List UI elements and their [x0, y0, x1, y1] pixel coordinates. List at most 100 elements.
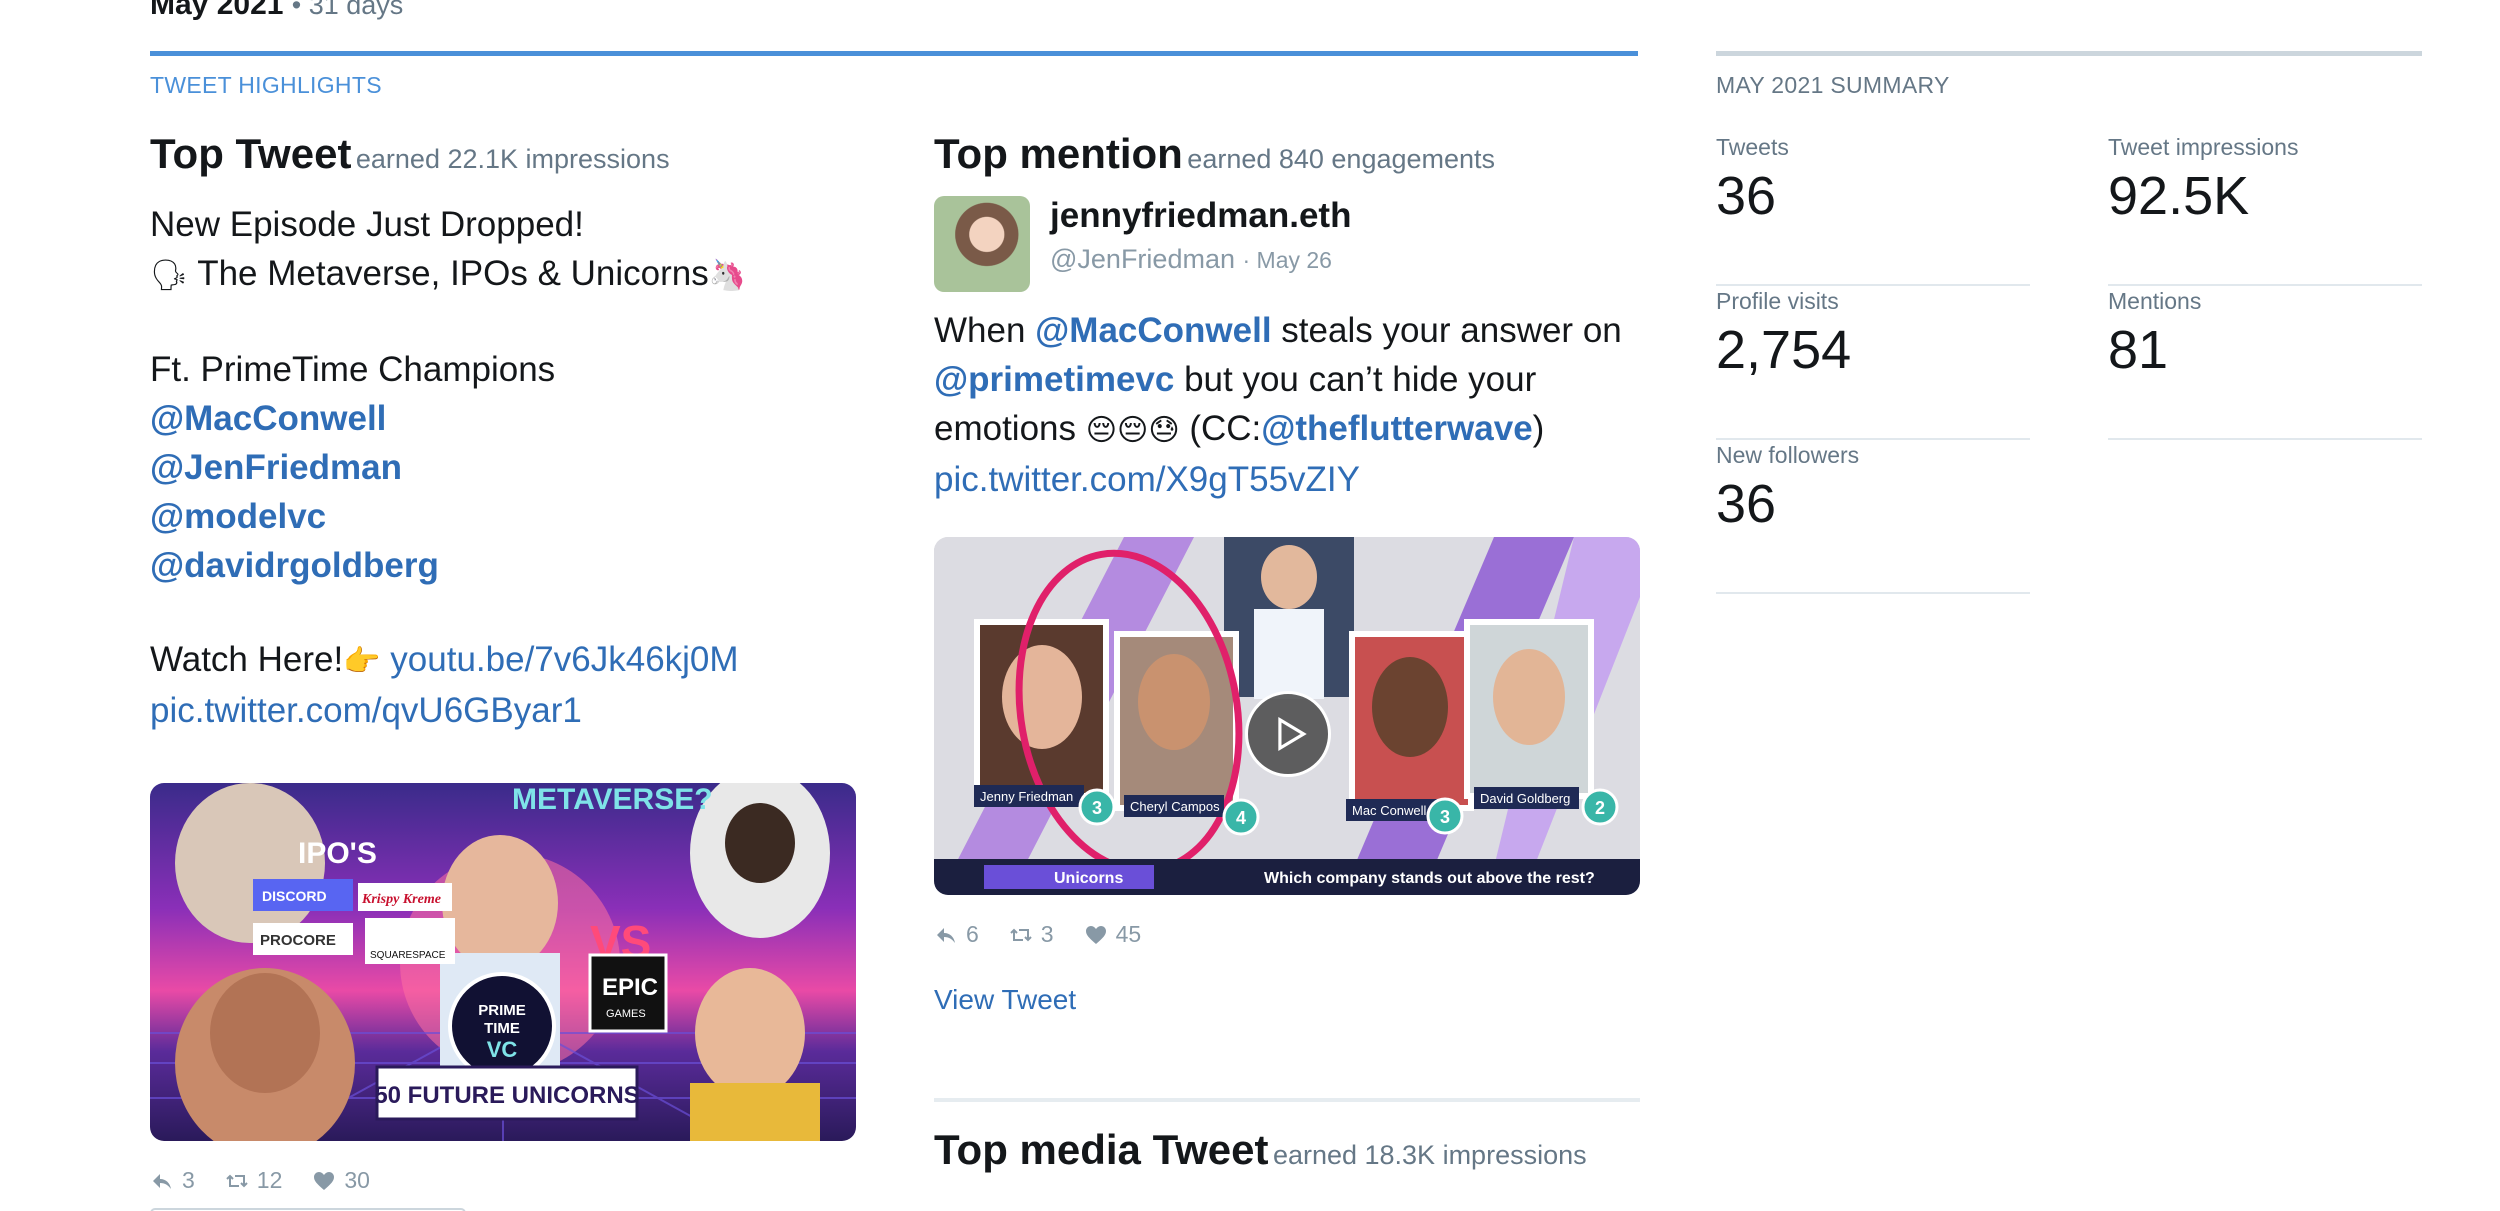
metric-mentions: Mentions 81: [2108, 284, 2422, 440]
pic-link[interactable]: pic.twitter.com/qvU6GByar1: [150, 686, 856, 735]
like-count[interactable]: 45: [1084, 921, 1142, 948]
play-button[interactable]: [1245, 691, 1331, 777]
media-title: METAVERSE?: [512, 783, 713, 816]
reply-icon: [153, 1173, 171, 1189]
heart-icon: [314, 1171, 335, 1190]
logo-krispy: Krispy Kreme: [361, 892, 441, 907]
person-score: 3: [1440, 807, 1450, 827]
handle-text[interactable]: @JenFriedman: [1050, 244, 1235, 274]
tweet-line: Ft. PrimeTime Champions: [150, 350, 556, 389]
top-tweet-media[interactable]: METAVERSE? IPO'S DISCORD Krispy Kreme PR…: [150, 783, 856, 1141]
like-count-value: 30: [344, 1167, 370, 1193]
tweet-line: When @MacConwell steals your answer on: [934, 311, 1622, 350]
heart-icon: [1085, 925, 1106, 944]
metric-label: Profile visits: [1716, 288, 1839, 314]
person-name: David Goldberg: [1480, 791, 1570, 806]
view-tweet-link[interactable]: View Tweet: [934, 984, 1076, 1016]
metric-label: Tweet impressions: [2108, 134, 2299, 160]
episode-thumbnail: METAVERSE? IPO'S DISCORD Krispy Kreme PR…: [150, 783, 856, 1141]
mention-link[interactable]: @JenFriedman: [150, 443, 856, 492]
mention-link[interactable]: @theflutterwave: [1261, 409, 1532, 448]
pensive-face-icon: 😔😔😓: [1085, 413, 1180, 448]
like-count-value: 45: [1115, 921, 1142, 947]
play-icon: [1278, 716, 1307, 752]
tweet-line: 🗣 The Metaverse, IPOs & Unicorns🦄: [150, 249, 856, 300]
month-days: • 31 days: [291, 0, 404, 20]
top-tweet-text: New Episode Just Dropped! 🗣 The Metavers…: [150, 200, 856, 735]
tweet-line: Watch Here!👉 youtu.be/7v6Jk46kj0M: [150, 635, 856, 686]
pic-link[interactable]: pic.twitter.com/X9gT55vZIY: [934, 455, 1640, 504]
unicorn-icon: 🦄: [708, 258, 747, 293]
top-mention-text: When @MacConwell steals your answer on @…: [934, 306, 1640, 504]
retweet-icon: [1010, 928, 1032, 941]
metric-label: Tweets: [1716, 134, 1789, 160]
logo-discord: DISCORD: [262, 888, 327, 904]
metric-value: 36: [1716, 474, 1777, 534]
top-tweet-title: Top Tweet earned 22.1K impressions: [150, 130, 856, 178]
metric-profile-visits: Profile visits 2,754: [1716, 284, 2030, 440]
person-name: Cheryl Campos: [1130, 799, 1220, 814]
reply-icon: [937, 927, 955, 943]
logo-epic-sub: GAMES: [606, 1008, 646, 1020]
metric-new-followers: New followers 36: [1716, 438, 2030, 594]
top-mention-engagements: earned 840 engagements: [1187, 144, 1496, 174]
logo-procore: PROCORE: [260, 932, 336, 949]
metric-value: 2,754: [1716, 320, 1852, 380]
retweet-count[interactable]: 12: [225, 1167, 283, 1194]
metric-value: 92.5K: [2108, 166, 2250, 226]
metric-value: 36: [1716, 166, 1777, 226]
display-name[interactable]: jennyfriedman.eth: [1050, 196, 1351, 236]
section-divider: [934, 1098, 1640, 1102]
pointing-hand-icon: 👉: [343, 644, 381, 679]
top-media-impressions: earned 18.3K impressions: [1272, 1140, 1587, 1170]
youtube-link[interactable]: youtu.be/7v6Jk46kj0M: [390, 640, 738, 679]
metric-value: 81: [2108, 320, 2169, 380]
top-mention-card: Top mention earned 840 engagements jenny…: [934, 130, 1640, 1174]
month-title: May 2021: [150, 0, 284, 21]
tweet-line: emotions 😔😔😓 (CC:@theflutterwave): [934, 409, 1545, 448]
mention-link[interactable]: @primetimevc: [934, 360, 1174, 399]
retweet-icon: [226, 1174, 248, 1187]
reply-count-value: 3: [182, 1167, 195, 1193]
logo-epic: EPIC: [602, 974, 658, 1001]
retweet-count[interactable]: 3: [1009, 921, 1054, 948]
top-media-title: Top media Tweet earned 18.3K impressions: [934, 1126, 1640, 1174]
like-count[interactable]: 30: [312, 1167, 370, 1194]
person-score: 4: [1236, 808, 1246, 828]
mention-link[interactable]: @MacConwell: [150, 394, 856, 443]
badge-line: TIME: [484, 1020, 520, 1037]
summary-label: MAY 2021 SUMMARY: [1716, 72, 1950, 98]
top-mention-actions: 6 3 45: [934, 921, 1640, 948]
speaking-head-icon: 🗣: [150, 258, 189, 293]
metric-tweet-impressions: Tweet impressions 92.5K: [2108, 130, 2422, 286]
media-question: Which company stands out above the rest?: [1264, 870, 1595, 887]
mention-link[interactable]: @MacConwell: [1035, 311, 1271, 350]
top-mention-title: Top mention earned 840 engagements: [934, 130, 1640, 178]
month-header: May 2021 • 31 days: [150, 0, 403, 22]
media-banner: 50 FUTURE UNICORNS: [374, 1082, 639, 1109]
media-ipos: IPO'S: [298, 837, 377, 870]
reply-count-value: 6: [966, 921, 979, 947]
highlights-rule: [150, 51, 1638, 56]
watch-text: Watch Here!: [150, 640, 344, 679]
metric-label: New followers: [1716, 442, 1860, 468]
reply-count[interactable]: 3: [150, 1167, 195, 1194]
tweet-date: · May 26: [1242, 247, 1332, 273]
top-tweet-impressions: earned 22.1K impressions: [355, 144, 670, 174]
top-tweet-card: Top Tweet earned 22.1K impressions New E…: [150, 130, 856, 1194]
retweet-count-value: 12: [256, 1167, 283, 1193]
metric-tweets: Tweets 36: [1716, 130, 2030, 286]
top-mention-media[interactable]: Jenny Friedman 3 Cheryl Campos 4 Mac Con…: [934, 537, 1640, 895]
summary-rule: [1716, 51, 2422, 56]
mention-author: jennyfriedman.eth @JenFriedman · May 26: [934, 196, 1640, 292]
mention-link[interactable]: @davidrgoldberg: [150, 541, 856, 590]
mention-link[interactable]: @modelvc: [150, 492, 856, 541]
reply-count[interactable]: 6: [934, 921, 979, 948]
person-score: 3: [1092, 798, 1102, 818]
metric-label: Mentions: [2108, 288, 2202, 314]
tweet-line: New Episode Just Dropped!: [150, 205, 584, 244]
avatar[interactable]: [934, 196, 1030, 292]
author-handle: @JenFriedman · May 26: [1050, 244, 1351, 275]
badge-line: PRIME: [478, 1002, 526, 1019]
top-media-heading: Top media Tweet: [934, 1126, 1269, 1173]
